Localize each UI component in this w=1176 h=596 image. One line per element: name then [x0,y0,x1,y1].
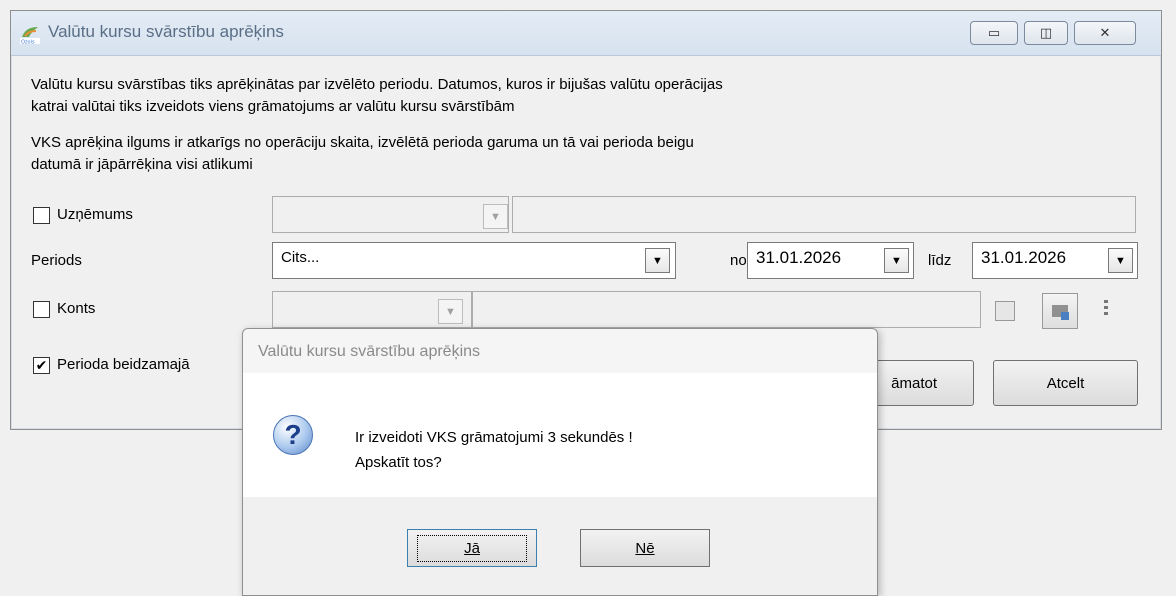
svg-text:Ozols: Ozols [21,40,35,46]
description-line-2: katrai valūtai tiks izveidots viens grām… [31,98,515,115]
company-code-combo: ▼ [272,196,509,233]
dialog-title-bar[interactable]: Valūtu kursu svārstību aprēķins [243,329,877,373]
list-icon[interactable] [995,301,1015,321]
period-value: Cits... [281,249,320,266]
dialog-footer [243,497,877,595]
dialog-message-line-1: Ir izveidoti VKS grāmatojumi 3 sekundēs … [355,429,633,446]
close-icon: ✕ [1099,25,1111,40]
account-code-combo: ▼ [272,291,472,328]
post-button-label: āmatot [891,374,937,392]
chevron-down-icon[interactable]: ▼ [884,248,909,273]
to-label: līdz [928,252,952,269]
window-title: Valūtu kursu svārstību aprēķins [48,22,284,41]
company-checkbox[interactable] [33,207,50,224]
from-date-picker[interactable]: 31.01.2026 ▼ [747,242,914,279]
no-button-label: Nē [635,539,655,557]
confirm-dialog: Valūtu kursu svārstību aprēķins ? Ir izv… [242,328,878,596]
from-date-value: 31.01.2026 [756,248,842,267]
chevron-down-icon[interactable]: ▼ [1108,248,1133,273]
account-checkbox[interactable] [33,301,50,318]
more-options-icon[interactable] [1104,300,1108,318]
chevron-down-icon[interactable]: ▼ [645,248,670,273]
period-label: Periods [31,252,82,269]
title-bar[interactable]: Ozols Valūtu kursu svārstību aprēķins ▭ … [11,11,1161,56]
company-label: Uzņēmums [57,206,133,223]
question-icon: ? [273,415,313,455]
chevron-down-icon: ▼ [483,204,508,229]
account-label: Konts [57,300,96,317]
cancel-button-label: Atcelt [1046,374,1085,392]
close-button[interactable]: ✕ [1074,21,1136,45]
description-line-3: VKS aprēķina ilgums ir atkarīgs no operā… [31,134,694,151]
period-select[interactable]: Cits... ▼ [272,242,676,279]
yes-button[interactable]: Jā [407,529,537,567]
to-date-picker[interactable]: 31.01.2026 ▼ [972,242,1138,279]
account-name-field [472,291,981,328]
app-logo-icon: Ozols [20,27,40,46]
cancel-button[interactable]: Atcelt [993,360,1138,406]
chevron-down-icon: ▼ [438,299,463,324]
maximize-button[interactable]: ◫ [1024,21,1068,45]
minimize-icon: ▭ [987,25,1001,40]
description-line-1: Valūtu kursu svārstības tiks aprēķinātas… [31,76,723,93]
folder-add-icon[interactable] [1042,293,1078,329]
description-line-4: datumā ir jāpārrēķina visi atlikumi [31,156,253,173]
closing-label: Perioda beidzamajā [57,356,190,373]
check-icon: ✔ [35,357,48,373]
to-date-value: 31.01.2026 [981,248,1067,267]
closing-checkbox[interactable]: ✔ [33,357,50,374]
dialog-title: Valūtu kursu svārstību aprēķins [258,343,481,360]
yes-button-label: Jā [464,539,480,557]
company-name-field [512,196,1136,233]
from-label: no [730,252,747,269]
minimize-button[interactable]: ▭ [970,21,1018,45]
maximize-icon: ◫ [1039,25,1053,40]
no-button[interactable]: Nē [580,529,710,567]
dialog-message-line-2: Apskatīt tos? [355,454,442,471]
